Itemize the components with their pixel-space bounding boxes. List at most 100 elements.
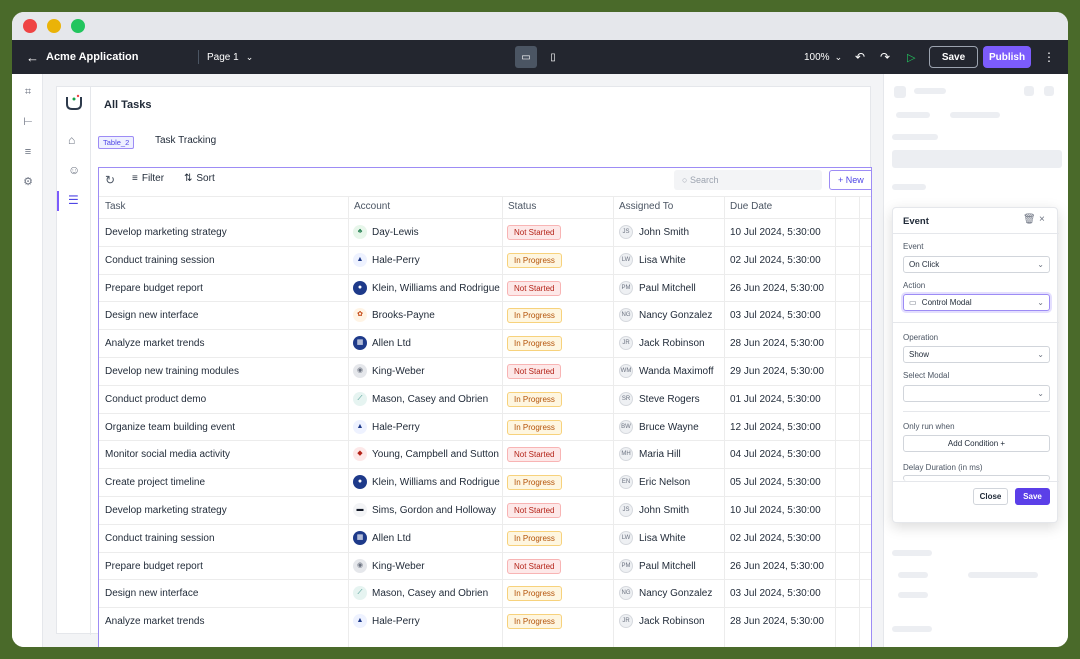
select-modal-label: Select Modal — [903, 371, 950, 380]
avatar: JR — [619, 336, 633, 351]
due-date-cell: 28 Jun 2024, 5:30:00 — [730, 616, 824, 628]
page-selector[interactable]: Page 1 ⌄ — [207, 40, 253, 74]
avatar: JR — [619, 614, 633, 629]
play-icon[interactable]: ▷ — [907, 40, 915, 74]
placeholder-line — [892, 134, 938, 140]
save-button[interactable]: Save — [929, 46, 978, 68]
assignee-cell: John Smith — [639, 505, 690, 516]
task-cell: Prepare budget report — [105, 560, 203, 572]
table-row[interactable]: Create project timeline ● Klein, Williams … — [99, 468, 871, 496]
minimize-window-button[interactable] — [47, 19, 61, 33]
table-row[interactable]: Conduct training session ▦ Allen Ltd In Pro… — [99, 523, 871, 552]
table-row[interactable]: Conduct product demo ⟋ Mason, Casey and Ob… — [99, 384, 871, 413]
task-cell: Develop marketing strategy — [105, 227, 227, 238]
account-logo-icon: ◆ — [353, 447, 367, 462]
editor-canvas: ⌂ ☺ ☰ All Tasks Table_2 Task Tracking ↻ … — [43, 74, 883, 647]
close-button[interactable]: Close — [973, 488, 1008, 505]
tree-icon[interactable]: ⊢ — [22, 116, 34, 128]
modal-save-button[interactable]: Save — [1015, 488, 1050, 505]
back-arrow-icon[interactable]: ← — [26, 40, 39, 74]
avatar: JS — [619, 225, 633, 239]
task-cell: Develop marketing strategy — [105, 505, 227, 516]
due-date-cell: 10 Jul 2024, 5:30:00 — [730, 227, 821, 238]
assignee-cell: Wanda Maximoff — [639, 366, 714, 377]
due-date-cell: 10 Jul 2024, 5:30:00 — [730, 505, 821, 516]
settings-icon[interactable]: ⚙ — [22, 176, 34, 188]
search-input[interactable]: ○ Search — [674, 170, 822, 190]
placeholder-line — [1044, 86, 1054, 96]
maximize-window-button[interactable] — [71, 19, 85, 33]
chevron-down-icon: ⌄ — [834, 51, 843, 62]
table-row[interactable]: Prepare budget report ◉ King-Weber Not Star… — [99, 551, 871, 580]
table-row[interactable]: Organize team building event ▲ Hale-Perry I… — [99, 412, 871, 441]
assignee-cell: Jack Robinson — [639, 616, 705, 628]
new-row-button[interactable]: + New — [829, 170, 871, 190]
close-icon[interactable]: × — [1039, 214, 1045, 225]
operation-select[interactable]: Show ⌄ — [903, 346, 1050, 363]
table-row[interactable]: Monitor social media activity ◆ Young, Cam… — [99, 440, 871, 468]
filter-button[interactable]: ≡ Filter — [132, 173, 164, 184]
account-cell: Klein, Williams and Rodriguez — [372, 477, 500, 489]
account-logo-icon: ▦ — [353, 336, 367, 351]
tasks-icon[interactable]: ☰ — [68, 193, 79, 207]
undo-icon[interactable]: ↶ — [855, 40, 865, 74]
frame-icon[interactable]: ⌗ — [22, 86, 34, 98]
publish-button[interactable]: Publish — [983, 46, 1031, 68]
refresh-icon[interactable]: ↻ — [105, 173, 115, 187]
col-header-task[interactable]: Task — [99, 196, 126, 218]
avatar: LW — [619, 530, 633, 545]
avatar: SR — [619, 391, 633, 406]
table-row[interactable]: Develop marketing strategy ▬ Sims, Gordon … — [99, 496, 871, 524]
window-titlebar — [12, 12, 1068, 40]
chevron-down-icon: ⌄ — [1037, 350, 1044, 359]
zoom-control[interactable]: 100% ⌄ — [804, 40, 842, 74]
table-row[interactable]: Analyze market trends ▲ Hale-Perry In Progr… — [99, 607, 871, 635]
table-row[interactable]: Conduct training session ▲ Hale-Perry In Pr… — [99, 245, 871, 274]
table-row[interactable]: Design new interface ⟋ Mason, Casey and Ob… — [99, 579, 871, 607]
col-header-account[interactable]: Account — [348, 196, 390, 218]
col-header-due-date[interactable]: Due Date — [724, 196, 772, 218]
select-modal-dropdown[interactable]: ⌄ — [903, 385, 1050, 402]
due-date-cell: 26 Jun 2024, 5:30:00 — [730, 282, 824, 294]
account-cell: Sims, Gordon and Holloway — [372, 505, 496, 516]
table-row[interactable]: Develop marketing strategy ♣ Day-Lewis Not … — [99, 218, 871, 246]
modal-title: Event — [903, 216, 929, 227]
add-condition-button[interactable]: Add Condition + — [903, 435, 1050, 452]
more-menu-icon[interactable]: ⋮ — [1043, 40, 1055, 74]
status-badge: Not Started — [507, 280, 562, 296]
account-logo-icon: ▲ — [353, 614, 367, 629]
mobile-view-icon[interactable]: ▯ — [545, 40, 561, 74]
operation-value: Show — [909, 350, 930, 359]
table-row[interactable]: Analyze market trends ▦ Allen Ltd In Progre… — [99, 329, 871, 357]
table-chip[interactable]: Table_2 — [98, 136, 135, 149]
account-logo-icon: ⟋ — [353, 586, 367, 601]
avatar: EN — [619, 475, 633, 490]
event-select[interactable]: On Click ⌄ — [903, 256, 1050, 273]
modal-icon: ▭ — [909, 298, 917, 307]
table-row[interactable]: Design new interface ✿ Brooks-Payne In Prog… — [99, 301, 871, 329]
redo-icon[interactable]: ↷ — [880, 40, 890, 74]
desktop-view-icon[interactable]: ▭ — [515, 46, 537, 68]
col-header-status[interactable]: Status — [502, 196, 536, 218]
due-date-cell: 02 Jul 2024, 5:30:00 — [730, 254, 821, 266]
placeholder-line — [892, 150, 1062, 168]
account-logo-icon: ◉ — [353, 364, 367, 378]
table-row[interactable]: Prepare budget report ● Klein, Williams an… — [99, 273, 871, 302]
database-icon[interactable]: ≡ — [22, 146, 34, 158]
table-row[interactable]: Develop new training modules ◉ King-Weber N… — [99, 357, 871, 385]
sort-button[interactable]: ⇅ Sort — [184, 173, 215, 184]
action-select[interactable]: ▭ Control Modal ⌄ — [903, 294, 1050, 311]
avatar: JS — [619, 503, 633, 517]
table-title: Task Tracking — [155, 135, 217, 146]
close-window-button[interactable] — [23, 19, 37, 33]
placeholder-line — [898, 592, 928, 598]
action-label: Action — [903, 281, 926, 290]
users-icon[interactable]: ☺ — [68, 163, 80, 177]
trash-icon[interactable]: 🗑 — [1023, 214, 1036, 225]
col-header-assignee[interactable]: Assigned To — [613, 196, 673, 218]
app-sidebar: ⌂ ☺ ☰ — [57, 87, 91, 635]
status-badge: Not Started — [507, 447, 562, 463]
home-icon[interactable]: ⌂ — [68, 133, 75, 147]
avatar: WM — [619, 364, 633, 378]
delay-label: Delay Duration (in ms) — [903, 463, 983, 472]
